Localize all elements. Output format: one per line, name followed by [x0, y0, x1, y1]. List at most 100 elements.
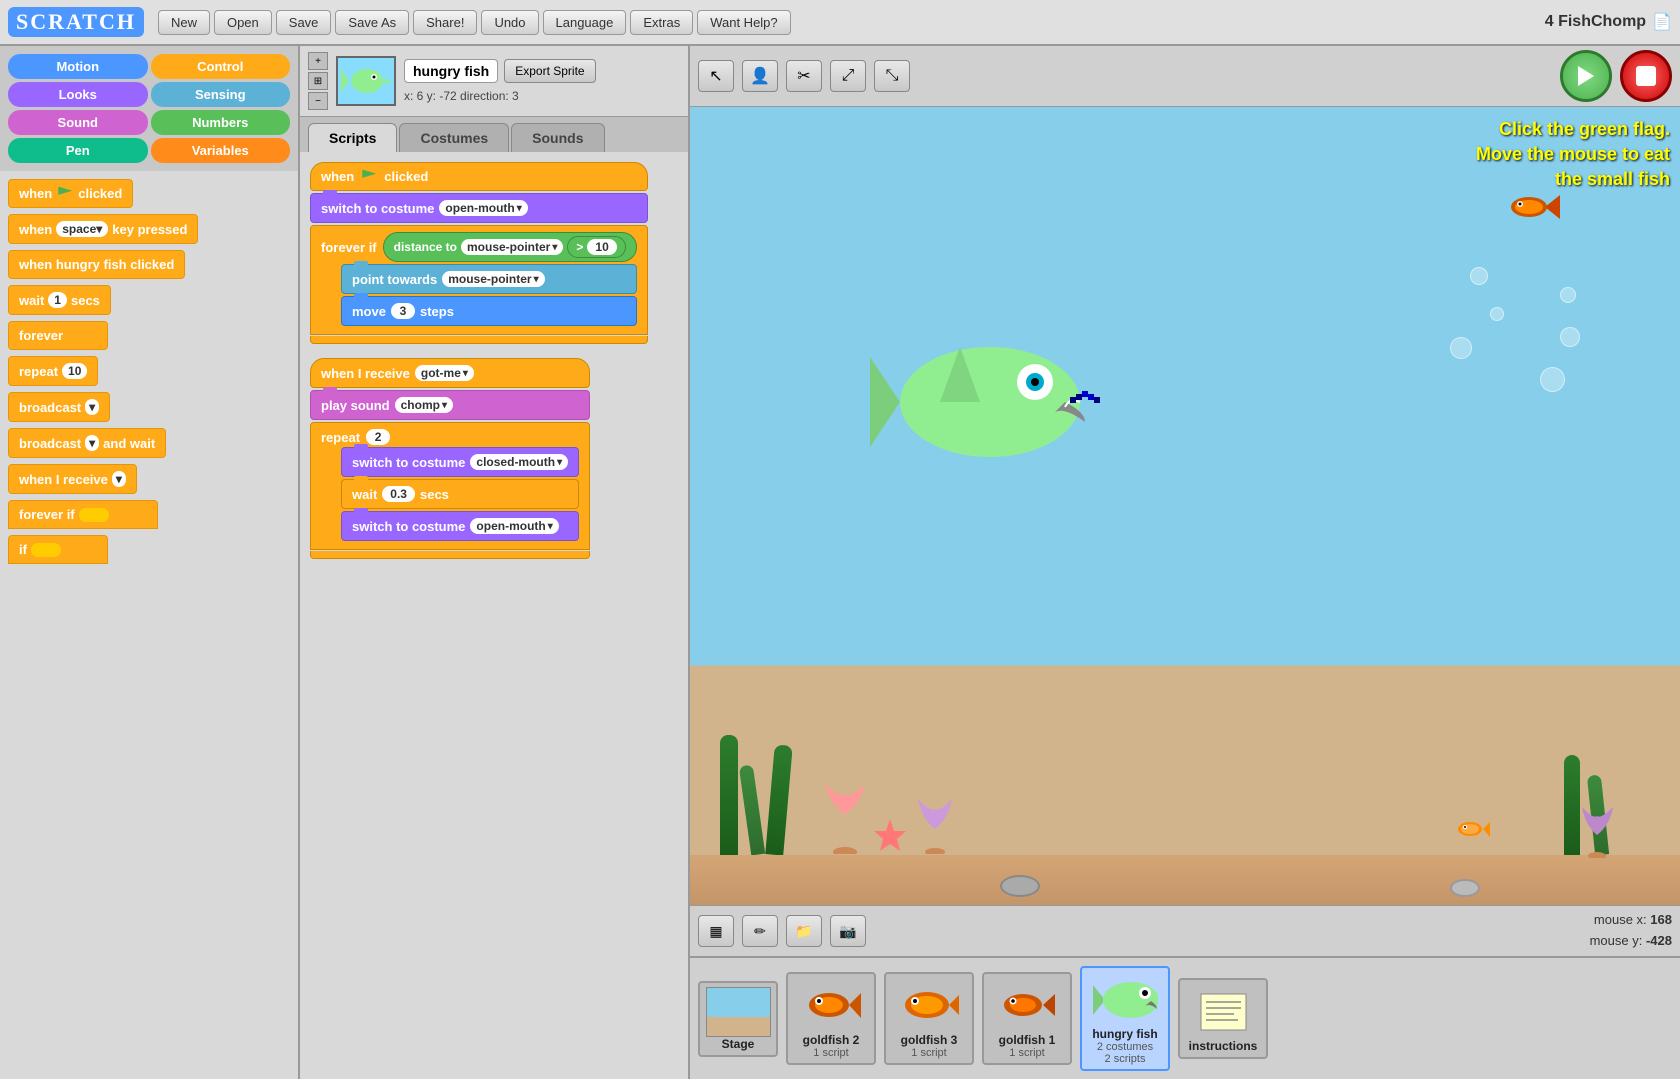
repeat-header: repeat 2 [321, 429, 579, 445]
save-button[interactable]: Save [276, 10, 332, 35]
block-when-receive[interactable]: when I receive ▾ [8, 464, 137, 494]
sand-floor [690, 855, 1680, 905]
condition-block: distance to mouse-pointer > 10 [383, 232, 637, 262]
block-wait-03[interactable]: wait 0.3 secs [341, 479, 579, 509]
category-sound[interactable]: Sound [8, 110, 148, 135]
category-motion[interactable]: Motion [8, 54, 148, 79]
forever-if-cap [310, 336, 648, 344]
goldfish3-name: goldfish 3 [901, 1033, 958, 1047]
block-when-sprite-clicked[interactable]: when hungry fish clicked [8, 250, 185, 279]
zoom-in-btn[interactable]: + [308, 52, 328, 70]
scissors-tool[interactable]: ✂ [786, 60, 822, 92]
hungry-fish-name: hungry fish [1092, 1027, 1157, 1041]
share-button[interactable]: Share! [413, 10, 477, 35]
sprite-card-instructions[interactable]: instructions [1178, 978, 1268, 1059]
stage-card[interactable]: Stage [698, 981, 778, 1057]
categories: Motion Control Looks Sensing Sound Numbe… [0, 46, 298, 171]
zoom-fit-btn[interactable]: ⊞ [308, 72, 328, 90]
pixel-fish [1070, 387, 1110, 417]
fish-preview-svg [339, 59, 394, 104]
language-button[interactable]: Language [543, 10, 627, 35]
block-when-key-pressed[interactable]: when space▾ key pressed [8, 214, 198, 244]
tab-sounds[interactable]: Sounds [511, 123, 604, 152]
block-forever-if[interactable]: forever if [8, 500, 158, 529]
point-towards-dropdown[interactable]: mouse-pointer [442, 271, 544, 287]
stage-bottom-toolbar: ▦ ✏ 📁 📷 mouse x: 168 mouse y: -428 [690, 905, 1680, 956]
zoom-out-btn[interactable]: − [308, 92, 328, 110]
green-flag-button[interactable] [1560, 50, 1612, 102]
category-control[interactable]: Control [151, 54, 291, 79]
receive-dropdown[interactable]: got-me [415, 365, 474, 381]
block-switch-costume-open[interactable]: switch to costume open-mouth [341, 511, 579, 541]
bubble [1490, 307, 1504, 321]
block-point-towards[interactable]: point towards mouse-pointer [341, 264, 637, 294]
block-switch-costume-1[interactable]: switch to costume open-mouth [310, 193, 648, 223]
block-if[interactable]: if [8, 535, 108, 564]
help-button[interactable]: Want Help? [697, 10, 790, 35]
seaweed-2 [739, 765, 765, 856]
stage-view-btn[interactable]: ▦ [698, 915, 734, 947]
block-broadcast[interactable]: broadcast ▾ [8, 392, 110, 422]
tab-costumes[interactable]: Costumes [399, 123, 509, 152]
sprite-card-goldfish2[interactable]: goldfish 2 1 script [786, 972, 876, 1065]
block-when-clicked[interactable]: when clicked [8, 179, 133, 208]
block-when-clicked[interactable]: when clicked [310, 162, 648, 191]
sprite-name-row: hungry fish Export Sprite [404, 59, 596, 83]
folder-tool-btn[interactable]: 📁 [786, 915, 822, 947]
block-switch-costume-closed[interactable]: switch to costume closed-mouth [341, 447, 579, 477]
camera-tool-btn[interactable]: 📷 [830, 915, 866, 947]
costume-dropdown-1[interactable]: open-mouth [439, 200, 527, 216]
category-numbers[interactable]: Numbers [151, 110, 291, 135]
category-sensing[interactable]: Sensing [151, 82, 291, 107]
bubble [1560, 287, 1576, 303]
goldfish2-thumb [796, 978, 866, 1033]
forever-if-block[interactable]: forever if distance to mouse-pointer > 1… [310, 225, 648, 335]
goldfish1-info: 1 script [1009, 1047, 1044, 1059]
scratch-logo: SCRATCH [8, 7, 144, 37]
new-button[interactable]: New [158, 10, 210, 35]
script-1: when clicked switch to costume open-mout… [310, 162, 648, 344]
duplicate-tool[interactable]: 👤 [742, 60, 778, 92]
project-name: 4 FishChomp 📄 [1545, 12, 1672, 32]
tab-scripts[interactable]: Scripts [308, 123, 397, 152]
costume-dropdown-closed[interactable]: closed-mouth [470, 454, 568, 470]
hungry-fish-info: 2 costumes2 scripts [1097, 1041, 1153, 1065]
repeat-body: switch to costume closed-mouth wait 0.3 … [341, 445, 579, 543]
save-as-button[interactable]: Save As [335, 10, 409, 35]
expand-tool[interactable]: ⤢ [830, 60, 866, 92]
block-wait[interactable]: wait 1 secs [8, 285, 111, 315]
sound-dropdown[interactable]: chomp [395, 397, 453, 413]
distance-to-dropdown[interactable]: mouse-pointer [461, 239, 563, 255]
block-repeat[interactable]: repeat 10 [8, 356, 98, 386]
flag-icon [362, 170, 376, 184]
sprite-card-hungry-fish[interactable]: hungry fish 2 costumes2 scripts [1080, 966, 1170, 1071]
scripts-area[interactable]: when clicked switch to costume open-mout… [300, 152, 688, 1079]
goldfish1-name: goldfish 1 [999, 1033, 1056, 1047]
middle-panel: + ⊞ − hungry fish Export Sprite [300, 46, 690, 1079]
category-pen[interactable]: Pen [8, 138, 148, 163]
sprite-card-goldfish3[interactable]: goldfish 3 1 script [884, 972, 974, 1065]
extras-button[interactable]: Extras [630, 10, 693, 35]
starfish [870, 817, 910, 860]
block-play-sound[interactable]: play sound chomp [310, 390, 590, 420]
stage-label: Stage [722, 1037, 755, 1051]
export-sprite-button[interactable]: Export Sprite [504, 59, 595, 83]
cursor-tool[interactable]: ↖ [698, 60, 734, 92]
repeat-block[interactable]: repeat 2 switch to costume closed-mouth … [310, 422, 590, 550]
hungry-fish-sprite [870, 327, 1090, 477]
small-fish-bottom [1455, 817, 1490, 845]
block-forever[interactable]: forever [8, 321, 108, 350]
open-button[interactable]: Open [214, 10, 272, 35]
block-move-steps[interactable]: move 3 steps [341, 296, 637, 326]
sprite-card-goldfish1[interactable]: goldfish 1 1 script [982, 972, 1072, 1065]
paint-tool-btn[interactable]: ✏ [742, 915, 778, 947]
block-broadcast-wait[interactable]: broadcast ▾ and wait [8, 428, 166, 458]
stage-toolbar: ↖ 👤 ✂ ⤢ ⤡ [690, 46, 1680, 107]
block-when-receive[interactable]: when I receive got-me [310, 358, 590, 388]
costume-dropdown-open[interactable]: open-mouth [470, 518, 558, 534]
category-looks[interactable]: Looks [8, 82, 148, 107]
category-variables[interactable]: Variables [151, 138, 291, 163]
shrink-tool[interactable]: ⤡ [874, 60, 910, 92]
undo-button[interactable]: Undo [481, 10, 538, 35]
stop-button[interactable] [1620, 50, 1672, 102]
